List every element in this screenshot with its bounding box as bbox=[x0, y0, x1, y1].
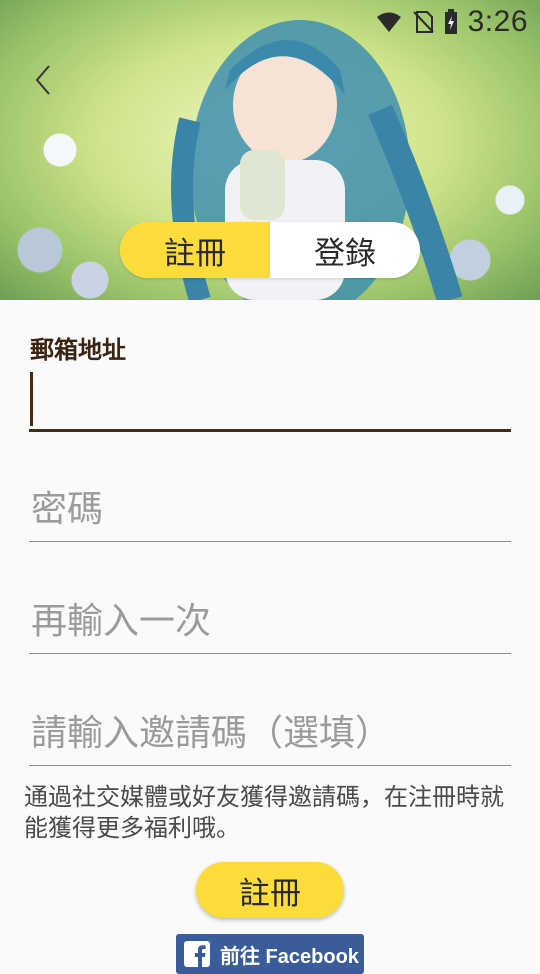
chevron-left-icon bbox=[35, 65, 50, 95]
tab-login[interactable]: 登錄 bbox=[270, 222, 420, 278]
battery-charging-icon bbox=[444, 9, 457, 34]
email-field[interactable] bbox=[29, 368, 511, 432]
status-time: 3:26 bbox=[467, 5, 528, 38]
facebook-icon bbox=[184, 941, 210, 967]
text-cursor bbox=[30, 372, 33, 426]
tab-register[interactable]: 註冊 bbox=[120, 222, 270, 278]
facebook-button[interactable]: 前往 Facebook bbox=[176, 934, 364, 974]
invite-hint-text: 通過社交媒體或好友獲得邀請碼，在注冊時就能獲得更多福利哦。 bbox=[24, 783, 504, 842]
register-button[interactable]: 註冊 bbox=[196, 862, 344, 918]
facebook-button-label: 前往 Facebook bbox=[220, 945, 359, 968]
email-label: 郵箱地址 bbox=[30, 336, 126, 364]
wifi-icon bbox=[376, 12, 401, 32]
header-illustration: 3:26 註冊 登錄 bbox=[0, 0, 540, 300]
invite-code-field[interactable] bbox=[29, 702, 511, 766]
status-bar: 3:26 bbox=[0, 0, 540, 44]
password-field[interactable] bbox=[29, 478, 511, 542]
repeat-password-field[interactable] bbox=[29, 590, 511, 654]
no-sim-icon bbox=[412, 11, 434, 33]
auth-mode-switch: 註冊 登錄 bbox=[120, 222, 420, 278]
back-button[interactable] bbox=[28, 60, 58, 100]
